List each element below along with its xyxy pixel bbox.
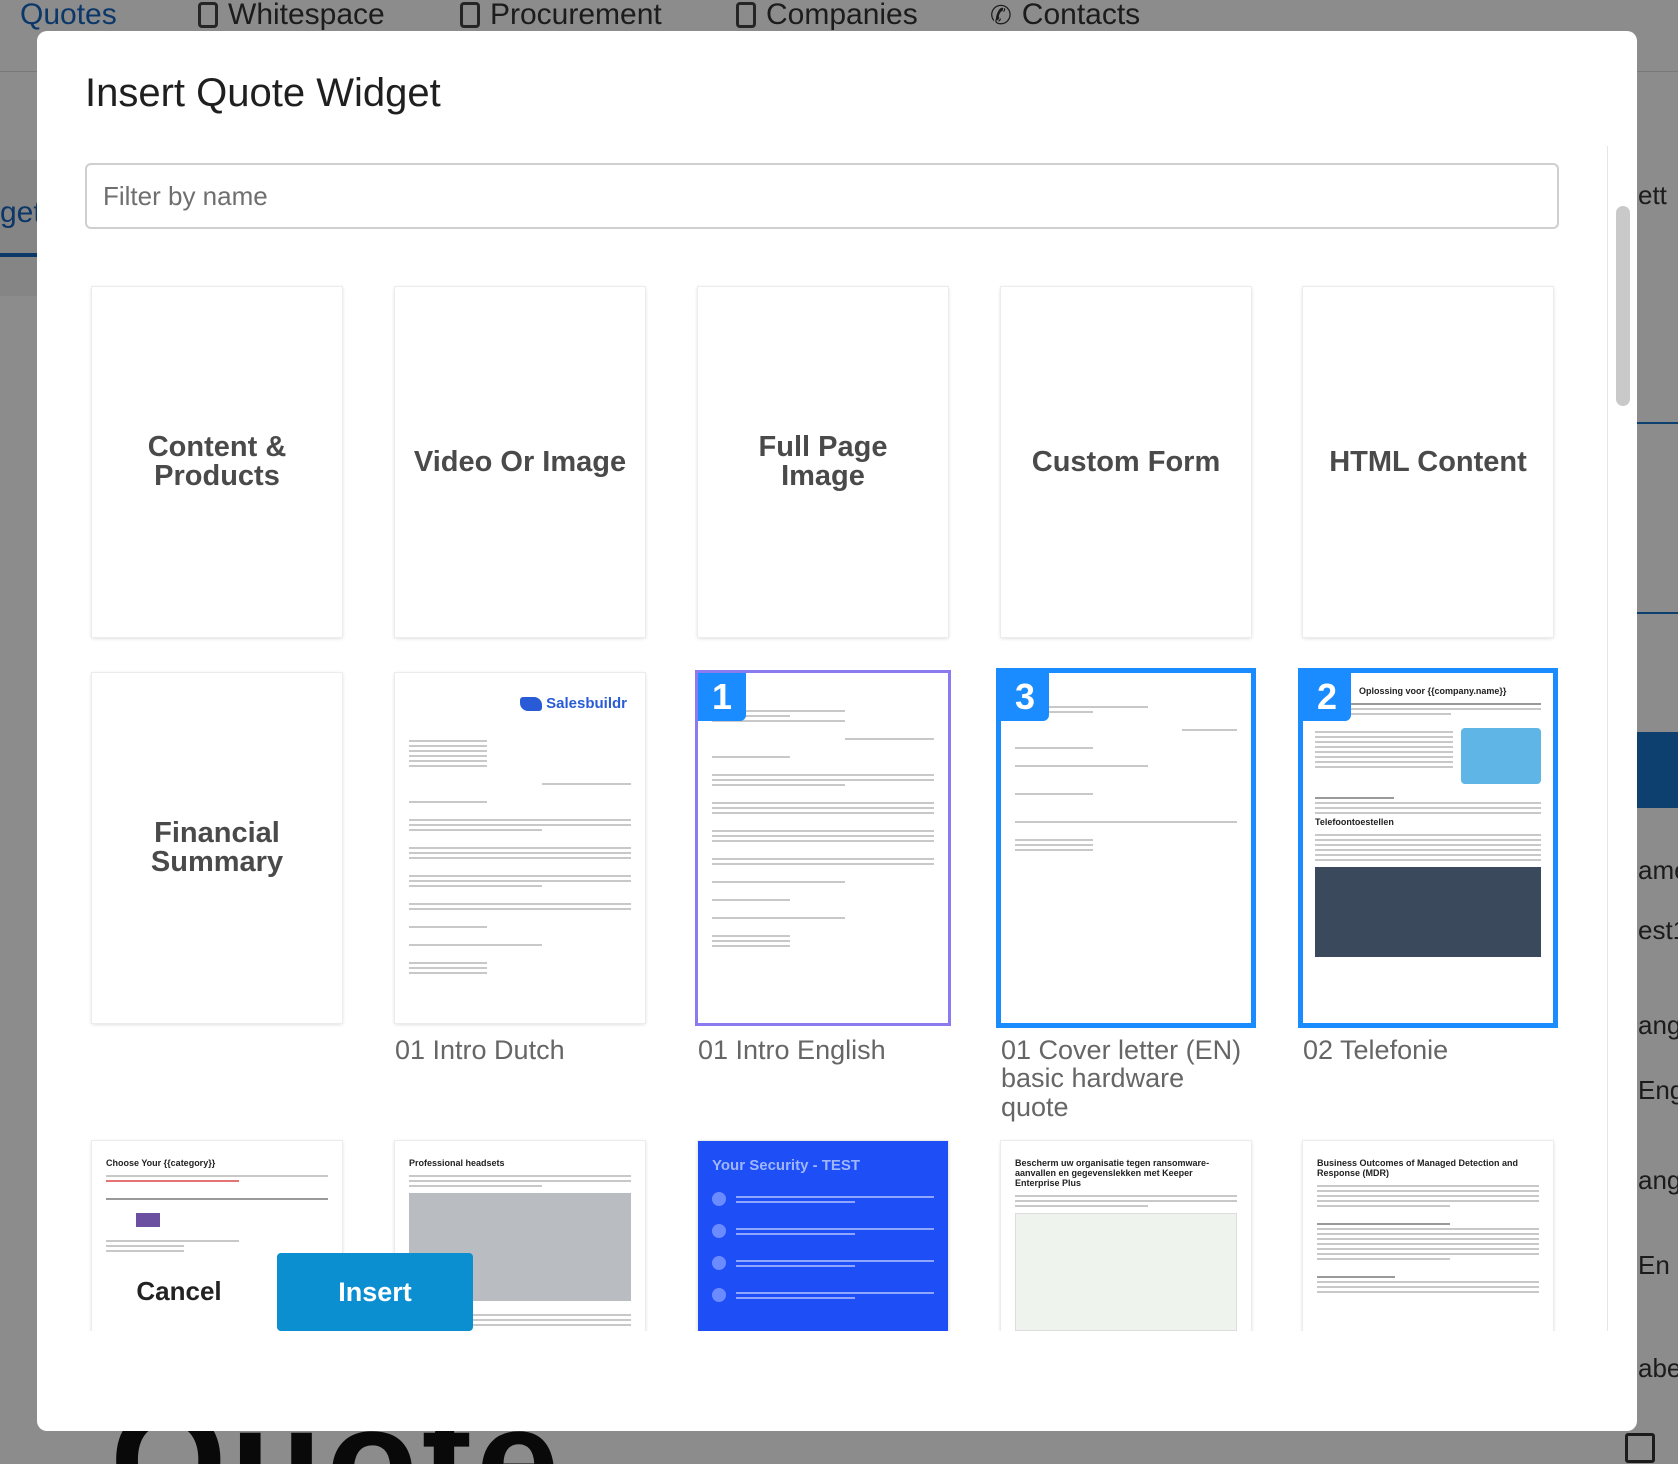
dialog-title: Insert Quote Widget	[85, 71, 441, 115]
template-mdr-outcomes[interactable]: Business Outcomes of Managed Detection a…	[1303, 1141, 1553, 1331]
template-caption: 01 Intro Dutch	[395, 1035, 565, 1065]
widget-video-or-image[interactable]: Video Or Image	[395, 287, 645, 637]
video-call-image	[1315, 866, 1541, 957]
filter-by-name-input[interactable]	[85, 163, 1559, 229]
template-caption: 01 Cover letter (EN) basic hardware quot…	[1001, 1035, 1242, 1122]
widget-label: Content & Products	[147, 431, 287, 492]
widget-content-products[interactable]: Content & Products	[92, 287, 342, 637]
template-heading: Bescherm uw organisatie tegen ransomware…	[1015, 1158, 1210, 1188]
cancel-button[interactable]: Cancel	[109, 1261, 249, 1321]
widget-grid: Content & Products Video Or Image Full P…	[37, 241, 1607, 1331]
template-01-intro-dutch[interactable]: Salesbuildr	[395, 673, 645, 1023]
insert-button[interactable]: Insert	[277, 1253, 473, 1331]
widget-full-page-image[interactable]: Full Page Image	[698, 287, 948, 637]
selection-order-badge: 1	[698, 673, 746, 721]
template-02-telefonie[interactable]: Oplossing voor {{company.name}} Telefoon…	[1303, 673, 1553, 1023]
template-your-security-test[interactable]: Your Security - TEST	[698, 1141, 948, 1331]
product-thumbnail	[136, 1212, 160, 1227]
widget-label: Financial Summary	[150, 817, 284, 878]
document-preview: Oplossing voor {{company.name}} Telefoon…	[1303, 673, 1553, 1023]
widget-financial-summary[interactable]: Financial Summary	[92, 673, 342, 1023]
template-01-intro-english[interactable]: 1	[698, 673, 948, 1023]
template-heading: Business Outcomes of Managed Detection a…	[1317, 1158, 1519, 1178]
document-preview: Your Security - TEST	[698, 1141, 948, 1331]
widget-html-content[interactable]: HTML Content	[1303, 287, 1553, 637]
template-heading: Your Security - TEST	[712, 1157, 861, 1174]
document-preview	[698, 673, 948, 1023]
scrollbar-thumb[interactable]	[1616, 206, 1630, 406]
template-01-cover-letter[interactable]: 3	[1001, 673, 1251, 1023]
selection-order-badge: 3	[1001, 673, 1049, 721]
insert-quote-widget-dialog: Insert Quote Widget Content & Products V…	[37, 31, 1637, 1431]
widget-label: Full Page Image	[758, 431, 888, 492]
document-preview: Bescherm uw organisatie tegen ransomware…	[1001, 1141, 1251, 1331]
widget-custom-form[interactable]: Custom Form	[1001, 287, 1251, 637]
template-keeper-enterprise[interactable]: Bescherm uw organisatie tegen ransomware…	[1001, 1141, 1251, 1331]
template-caption: 02 Telefonie	[1303, 1035, 1449, 1065]
telephony-diagram	[1461, 727, 1541, 784]
document-preview	[395, 673, 645, 1023]
template-heading: Professional headsets	[409, 1158, 505, 1168]
widget-label: Video Or Image	[413, 445, 627, 478]
document-preview	[1001, 673, 1251, 1023]
dialog-scrollbar[interactable]	[1607, 146, 1637, 1331]
dashboard-screenshot	[1015, 1212, 1237, 1331]
selection-order-badge: 2	[1303, 673, 1351, 721]
document-preview: Business Outcomes of Managed Detection a…	[1303, 1141, 1553, 1331]
template-caption: 01 Intro English	[698, 1035, 886, 1065]
template-heading: Choose Your {{category}}	[106, 1158, 216, 1168]
widget-label: Custom Form	[1031, 445, 1221, 478]
widget-label: HTML Content	[1329, 445, 1527, 478]
